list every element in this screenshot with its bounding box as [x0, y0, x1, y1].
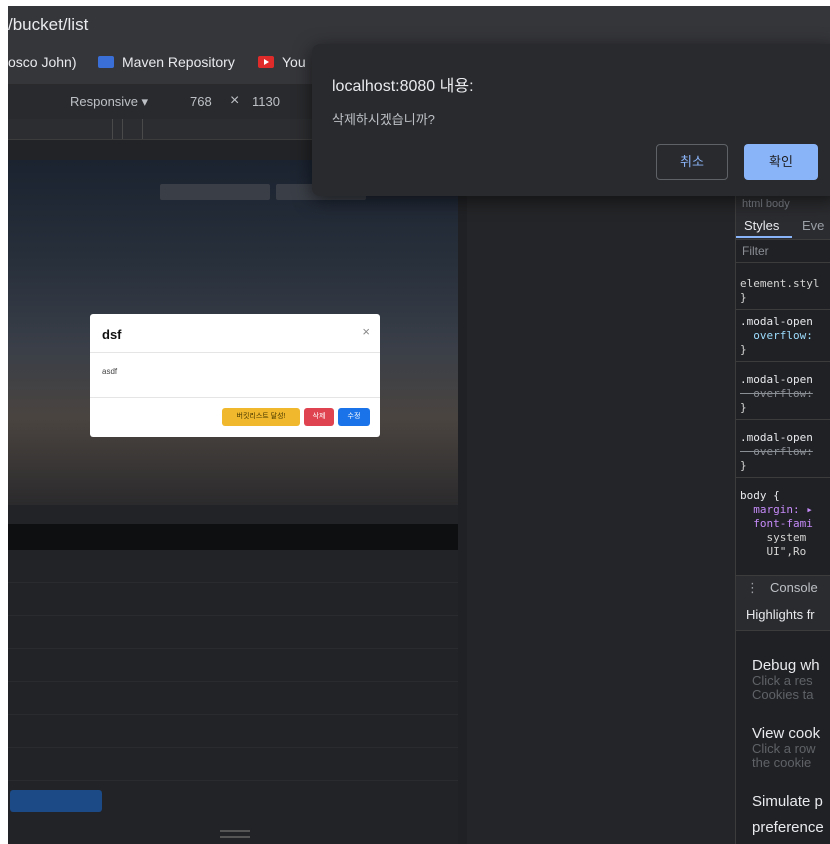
style-rule-line[interactable]: overflow:	[740, 329, 813, 343]
style-rule-line: .modal-open	[740, 315, 813, 328]
times-sign: ×	[230, 92, 240, 109]
highlight-title: Debug wh	[752, 657, 820, 674]
style-rule-line[interactable]: font-fami	[740, 517, 813, 531]
style-rule-line: element.styl	[740, 277, 820, 290]
bookmark-label: Maven Repository	[122, 54, 235, 70]
table-row[interactable]	[8, 682, 458, 715]
highlight-desc: Click a row	[752, 741, 816, 756]
style-rule-line: .modal-open	[740, 373, 813, 386]
responsive-dropdown[interactable]: Responsive ▾	[70, 94, 148, 110]
hero-nav-item	[160, 184, 270, 200]
highlight-item[interactable]: Debug wh Click a res Cookies ta	[752, 657, 820, 702]
divider	[736, 309, 830, 310]
table-row[interactable]	[8, 583, 458, 616]
console-label: Console	[770, 580, 818, 595]
highlight-desc: Cookies ta	[752, 687, 814, 702]
delete-button[interactable]: 삭제	[304, 408, 334, 426]
resize-handle-bottom[interactable]	[220, 830, 250, 838]
height-input[interactable]: 1130	[252, 94, 280, 109]
divider	[90, 352, 380, 353]
maven-icon	[98, 56, 114, 68]
console-drawer-tab[interactable]: ⋮ Console	[736, 575, 830, 600]
add-bucket-button[interactable]	[10, 790, 102, 812]
highlight-item[interactable]: preference	[752, 819, 824, 836]
style-rule-line[interactable]: margin: ▸	[740, 503, 813, 517]
divider	[736, 477, 830, 478]
bucket-modal: dsf × asdf 버킷리스트 달성! 삭제 수정	[90, 314, 380, 437]
bookmark-maven[interactable]: Maven Repository	[98, 54, 235, 70]
highlight-desc: Click a res	[752, 673, 813, 688]
table-header	[8, 524, 458, 550]
devtools-tabs: Styles Eve	[736, 213, 830, 240]
highlight-item[interactable]: View cook Click a row the cookie	[752, 725, 820, 770]
style-rule-line: }	[740, 343, 747, 356]
more-icon[interactable]: ⋮	[746, 576, 759, 600]
browser-window: /bucket/list osco John) Maven Repository…	[8, 6, 830, 844]
style-rule-line: }	[740, 291, 747, 304]
style-rule-line[interactable]: overflow:	[740, 387, 813, 401]
style-rule-line: body {	[740, 489, 780, 502]
style-rule-line: .modal-open	[740, 431, 813, 444]
ruler-mark	[112, 119, 113, 139]
cancel-button[interactable]: 취소	[656, 144, 728, 180]
highlight-title: preference	[752, 819, 824, 836]
highlights-header: Highlights fr	[736, 600, 830, 631]
bookmark-label: You	[282, 54, 306, 70]
table-row[interactable]	[8, 649, 458, 682]
modal-body: asdf	[102, 367, 118, 376]
active-tab-indicator	[736, 236, 792, 238]
right-pane: html body Styles Eve Filter element.styl…	[467, 85, 830, 844]
modal-title: dsf	[102, 327, 122, 342]
tab-event-listeners[interactable]: Eve	[802, 218, 824, 233]
divider	[736, 361, 830, 362]
style-rule-line: UI",Ro	[740, 545, 807, 558]
styles-filter-input[interactable]: Filter	[736, 240, 830, 263]
style-rule-line: }	[740, 401, 747, 414]
bucket-table	[8, 524, 458, 781]
table-row[interactable]	[8, 715, 458, 748]
tab-styles[interactable]: Styles	[744, 218, 779, 233]
close-icon[interactable]: ×	[362, 324, 370, 339]
address-bar[interactable]: /bucket/list	[8, 6, 830, 44]
table-row[interactable]	[8, 550, 458, 583]
highlight-title: View cook	[752, 725, 821, 742]
table-row[interactable]	[8, 748, 458, 781]
style-rule-line: system	[740, 531, 807, 544]
highlight-item[interactable]: Simulate p	[752, 793, 823, 810]
youtube-icon	[258, 56, 274, 68]
width-input[interactable]: 768	[190, 94, 212, 109]
divider	[90, 397, 380, 398]
highlight-title: Simulate p	[752, 793, 823, 810]
devtools-panel: html body Styles Eve Filter element.styl…	[735, 195, 830, 844]
style-rule-line[interactable]: overflow:	[740, 445, 813, 459]
dialog-title: localhost:8080 내용:	[332, 78, 474, 95]
edit-button[interactable]: 수정	[338, 408, 370, 426]
confirm-dialog: localhost:8080 내용: 삭제하시겠습니까? 취소 확인	[312, 44, 830, 196]
achieve-button[interactable]: 버킷리스트 달성!	[222, 408, 300, 426]
ok-button[interactable]: 확인	[744, 144, 818, 180]
ruler-mark	[122, 119, 123, 139]
highlight-desc: the cookie	[752, 755, 812, 770]
ruler-mark	[142, 119, 143, 139]
page-viewport: BucketList dsf × asdf 버킷	[8, 140, 458, 844]
url-text[interactable]: /bucket/list	[8, 15, 88, 35]
table-row[interactable]	[8, 616, 458, 649]
divider	[736, 419, 830, 420]
bookmark-youtube[interactable]: You	[258, 54, 306, 70]
dom-breadcrumb[interactable]: html body	[736, 195, 830, 213]
bookmark-item[interactable]: osco John)	[8, 54, 76, 70]
dialog-message: 삭제하시겠습니까?	[332, 112, 435, 127]
style-rule-line: }	[740, 459, 747, 472]
